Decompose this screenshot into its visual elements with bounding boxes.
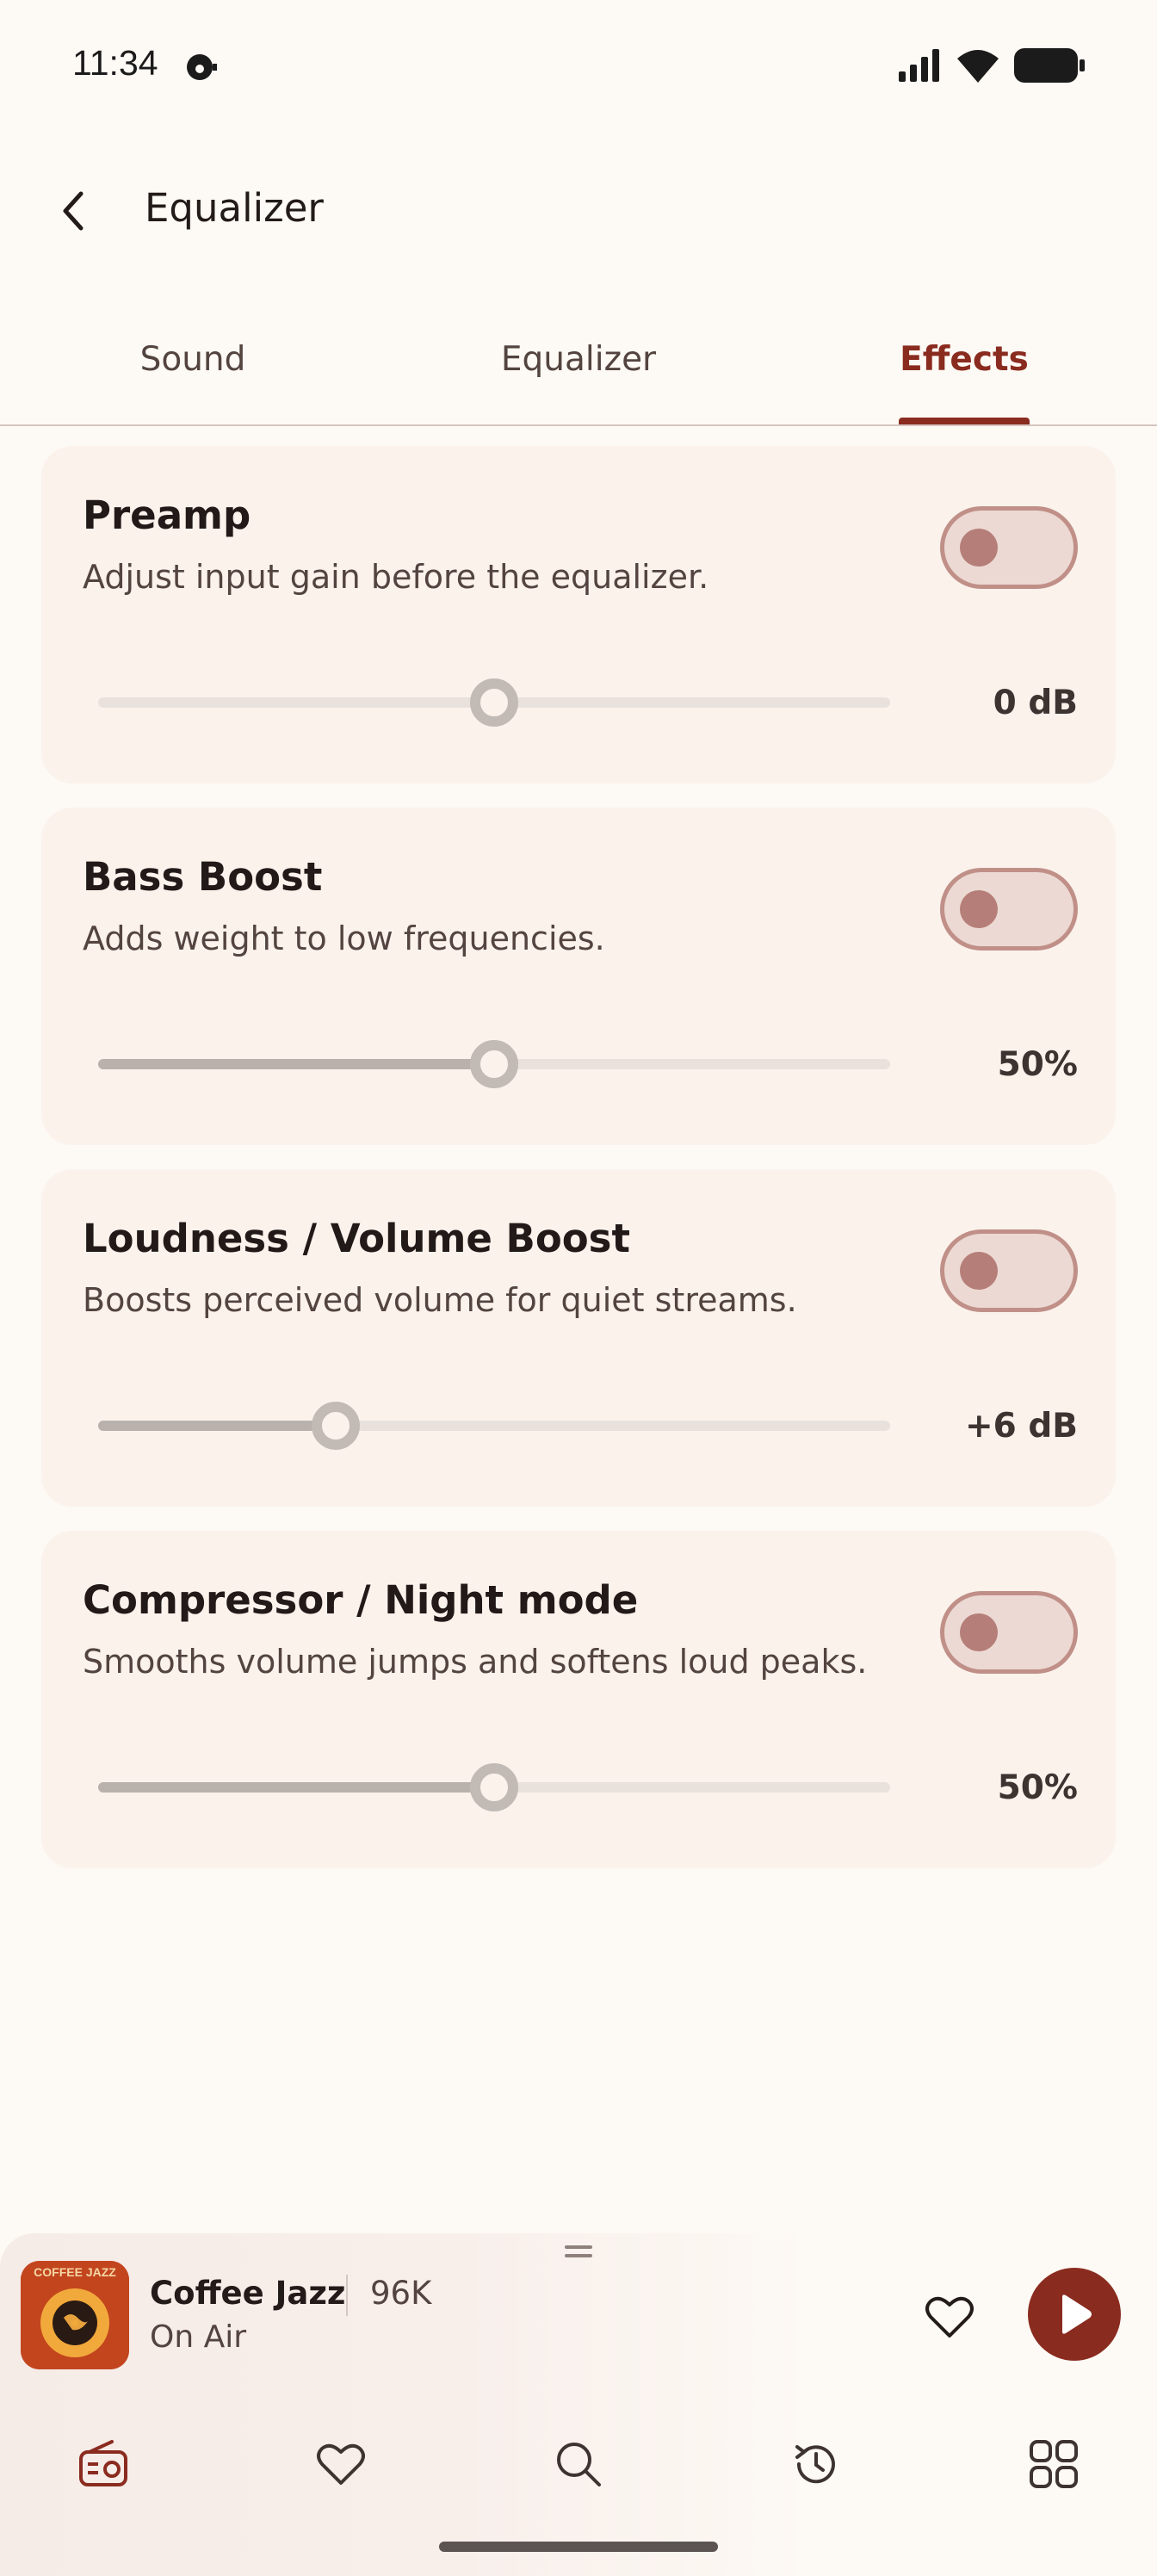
home-indicator[interactable] bbox=[439, 2542, 718, 2552]
toggle-knob bbox=[960, 1252, 998, 1290]
grid-icon bbox=[1030, 2440, 1078, 2488]
slider-fill bbox=[98, 1782, 494, 1793]
nav-favorites[interactable] bbox=[308, 2431, 374, 2497]
tab-effects[interactable]: Effects bbox=[771, 340, 1157, 379]
toggle-knob bbox=[960, 1613, 998, 1651]
divider bbox=[346, 2275, 348, 2316]
equalizer-effects-screen: 11:34 Equalizer Sound Equalizer Effects … bbox=[0, 0, 1157, 2576]
effect-value: +6 dB bbox=[964, 1407, 1078, 1446]
divider bbox=[0, 424, 1157, 426]
listener-count: 96K bbox=[370, 2275, 432, 2312]
effect-value: 0 dB bbox=[993, 684, 1078, 722]
nav-history[interactable] bbox=[783, 2431, 849, 2497]
effect-toggle[interactable] bbox=[940, 506, 1078, 589]
toggle-knob bbox=[960, 529, 998, 567]
effect-slider[interactable] bbox=[98, 1763, 890, 1811]
station-status: On Air bbox=[150, 2319, 247, 2355]
chevron-left-icon bbox=[63, 191, 84, 231]
history-icon bbox=[795, 2445, 835, 2484]
effect-value: 50% bbox=[997, 1045, 1078, 1084]
heart-outline-icon bbox=[925, 2296, 974, 2338]
tab-active-indicator bbox=[899, 418, 1030, 424]
effect-card-loudness: Loudness / Volume Boost Boosts perceived… bbox=[41, 1169, 1116, 1507]
slider-thumb[interactable] bbox=[470, 1763, 518, 1811]
effect-toggle[interactable] bbox=[940, 1591, 1078, 1674]
effect-description: Smooths volume jumps and softens loud pe… bbox=[83, 1643, 868, 1681]
effect-slider[interactable] bbox=[98, 678, 890, 727]
slider-fill bbox=[98, 1059, 494, 1069]
battery-icon bbox=[1014, 48, 1085, 86]
wifi-icon bbox=[956, 48, 1000, 86]
effect-title: Bass Boost bbox=[83, 854, 323, 900]
effect-card-preamp: Preamp Adjust input gain before the equa… bbox=[41, 446, 1116, 783]
page-title: Equalizer bbox=[145, 185, 324, 231]
tab-bar: Sound Equalizer Effects bbox=[0, 323, 1157, 426]
effect-value: 50% bbox=[997, 1768, 1078, 1807]
svg-text:COFFEE JAZZ: COFFEE JAZZ bbox=[34, 2265, 116, 2279]
nav-radio[interactable] bbox=[71, 2431, 136, 2497]
signal-icon bbox=[897, 49, 942, 85]
play-button[interactable] bbox=[1028, 2268, 1121, 2361]
mini-player[interactable]: COFFEE JAZZ Coffee Jazz 96K On Air bbox=[0, 2233, 1157, 2576]
slider-thumb[interactable] bbox=[312, 1402, 360, 1450]
slider-fill bbox=[98, 1421, 336, 1431]
back-button[interactable] bbox=[48, 176, 100, 245]
effect-card-compressor: Compressor / Night mode Smooths volume j… bbox=[41, 1531, 1116, 1868]
status-icons bbox=[897, 48, 1085, 86]
bottom-navigation bbox=[0, 2414, 1157, 2509]
slider-thumb[interactable] bbox=[470, 1040, 518, 1088]
radio-icon bbox=[79, 2440, 127, 2486]
nav-more[interactable] bbox=[1021, 2431, 1086, 2497]
status-time: 11:34 bbox=[72, 43, 158, 83]
toggle-knob bbox=[960, 890, 998, 928]
effect-toggle[interactable] bbox=[940, 1229, 1078, 1312]
slider-thumb[interactable] bbox=[470, 678, 518, 727]
effect-description: Adjust input gain before the equalizer. bbox=[83, 558, 709, 596]
effect-description: Adds weight to low frequencies. bbox=[83, 920, 605, 957]
notification-dot-icon bbox=[184, 52, 219, 83]
tab-equalizer[interactable]: Equalizer bbox=[386, 340, 771, 379]
effect-slider[interactable] bbox=[98, 1040, 890, 1088]
favorite-button[interactable] bbox=[919, 2287, 980, 2347]
play-icon bbox=[1062, 2294, 1092, 2334]
effect-description: Boosts perceived volume for quiet stream… bbox=[83, 1281, 797, 1319]
effect-slider[interactable] bbox=[98, 1402, 890, 1450]
heart-icon bbox=[317, 2443, 365, 2485]
tab-sound[interactable]: Sound bbox=[0, 340, 386, 379]
effect-card-bass-boost: Bass Boost Adds weight to low frequencie… bbox=[41, 808, 1116, 1145]
effect-title: Preamp bbox=[83, 492, 251, 538]
station-artwork: COFFEE JAZZ bbox=[21, 2261, 129, 2369]
effect-title: Compressor / Night mode bbox=[83, 1577, 639, 1623]
search-icon bbox=[557, 2443, 601, 2486]
station-name: Coffee Jazz bbox=[150, 2275, 346, 2312]
effect-title: Loudness / Volume Boost bbox=[83, 1216, 630, 1261]
drag-handle[interactable] bbox=[565, 2245, 592, 2261]
nav-search[interactable] bbox=[546, 2431, 611, 2497]
status-bar: 11:34 bbox=[0, 0, 1157, 129]
effect-toggle[interactable] bbox=[940, 868, 1078, 951]
